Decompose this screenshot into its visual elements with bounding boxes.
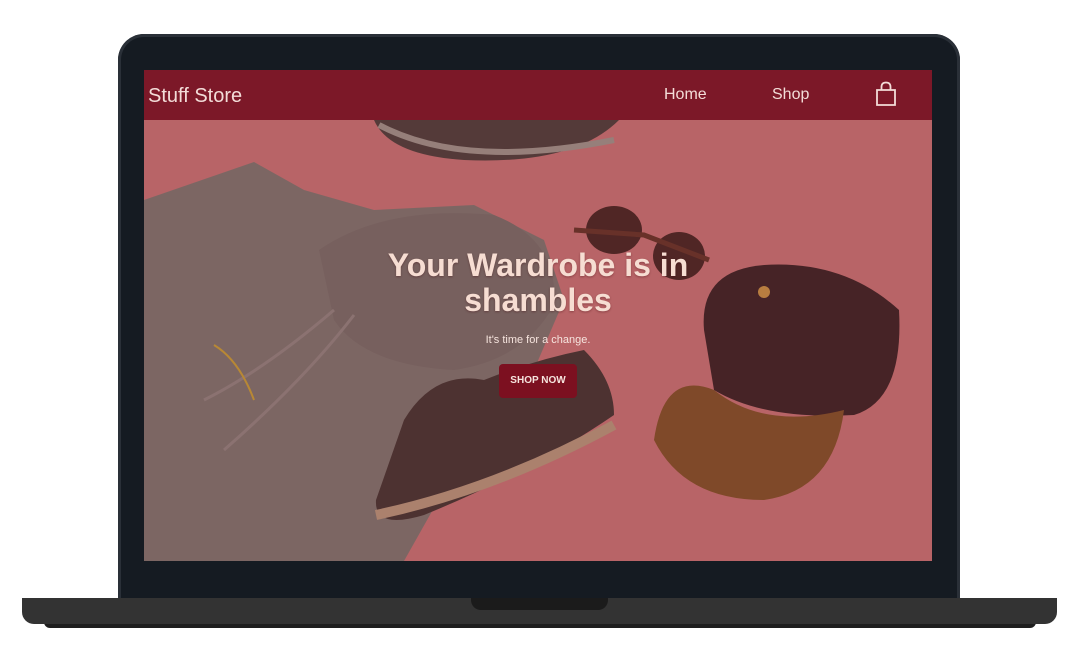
nav-link-shop[interactable]: Shop [772,85,809,105]
hero-content: Your Wardrobe is in shambles It's time f… [144,248,932,398]
shopping-bag-icon[interactable] [875,81,897,107]
navbar: Stuff Store Home Shop [144,70,932,120]
laptop-notch [471,598,608,610]
hero-title: Your Wardrobe is in shambles [387,247,689,318]
hero-subtitle: It's time for a change. [485,334,591,346]
laptop-screen: Stuff Store Home Shop Your Wardrobe is i… [144,70,932,561]
brand-logo[interactable]: Stuff Store [148,84,242,108]
shop-now-button[interactable]: SHOP NOW [499,364,577,398]
laptop-mockup: Stuff Store Home Shop Your Wardrobe is i… [0,0,1080,670]
nav-link-home[interactable]: Home [664,85,707,105]
